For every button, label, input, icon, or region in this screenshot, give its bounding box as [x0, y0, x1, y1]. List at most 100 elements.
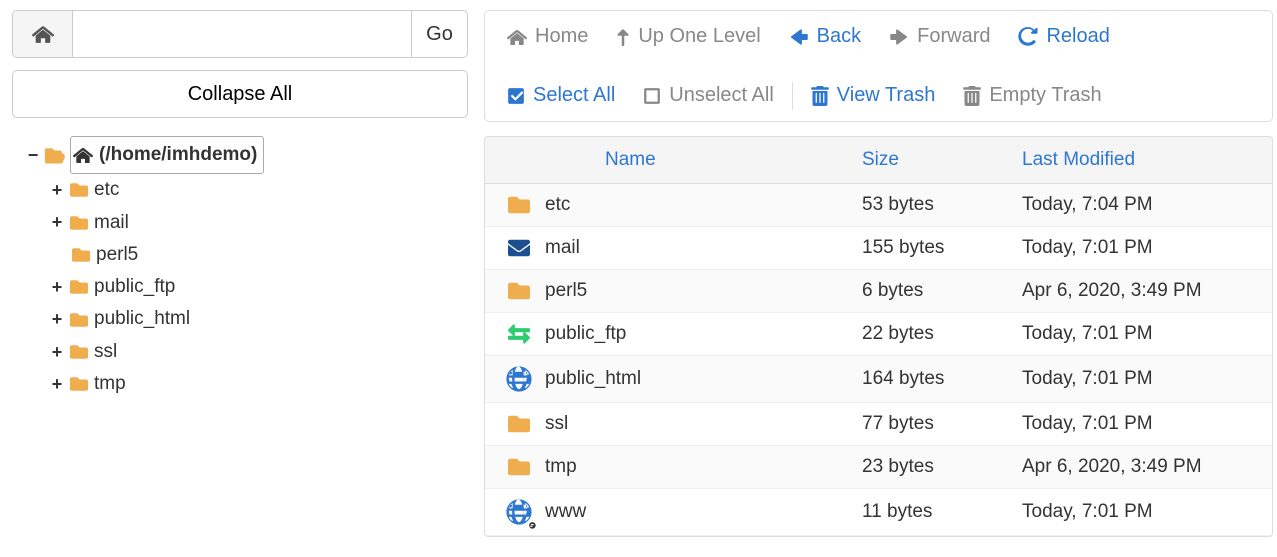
- toolbar-empty-trash[interactable]: Empty Trash: [949, 76, 1115, 115]
- file-name: tmp: [545, 456, 862, 478]
- expand-icon[interactable]: +: [50, 337, 64, 368]
- toolbar-divider: [792, 82, 793, 110]
- folder-icon: [68, 343, 90, 361]
- right-panel: Home Up One Level Back Forward Reload Se…: [480, 0, 1277, 557]
- file-modified: Today, 7:01 PM: [1022, 501, 1272, 523]
- file-table: Name Size Last Modified etc53 bytesToday…: [484, 136, 1273, 537]
- file-size: 23 bytes: [862, 456, 1022, 478]
- back-arrow-icon: [789, 27, 809, 47]
- trash-icon: [811, 86, 829, 106]
- tree-item-label: public_ftp: [94, 271, 175, 303]
- expand-icon[interactable]: +: [50, 175, 64, 206]
- file-size: 155 bytes: [862, 237, 1022, 259]
- table-row[interactable]: perl56 bytesApr 6, 2020, 3:49 PM: [485, 270, 1272, 313]
- table-row[interactable]: public_html164 bytesToday, 7:01 PM: [485, 356, 1272, 403]
- expand-icon[interactable]: +: [50, 272, 64, 303]
- header-modified[interactable]: Last Modified: [1022, 149, 1272, 171]
- mail-icon: [505, 237, 533, 259]
- file-modified: Today, 7:04 PM: [1022, 194, 1272, 216]
- file-name: public_ftp: [545, 323, 862, 345]
- file-size: 11 bytes: [862, 501, 1022, 523]
- path-bar: Go: [12, 10, 468, 58]
- header-name[interactable]: Name: [545, 149, 862, 171]
- folder-icon: [506, 194, 532, 216]
- folder-icon: [506, 413, 532, 435]
- path-input[interactable]: [73, 11, 411, 57]
- toolbar-up[interactable]: Up One Level: [602, 17, 774, 56]
- tree-item-label: etc: [94, 174, 119, 206]
- tree-item[interactable]: + public_html: [50, 303, 468, 335]
- toolbar: Home Up One Level Back Forward Reload Se…: [484, 10, 1273, 122]
- tree-item[interactable]: + mail: [50, 207, 468, 239]
- file-size: 22 bytes: [862, 323, 1022, 345]
- folder-icon: [70, 246, 92, 264]
- file-modified: Today, 7:01 PM: [1022, 237, 1272, 259]
- file-size: 53 bytes: [862, 194, 1022, 216]
- file-modified: Today, 7:01 PM: [1022, 368, 1272, 390]
- table-row[interactable]: ssl77 bytesToday, 7:01 PM: [485, 403, 1272, 446]
- reload-icon: [1018, 27, 1038, 47]
- toolbar-view-trash[interactable]: View Trash: [797, 76, 950, 115]
- file-name: ssl: [545, 413, 862, 435]
- transfer-arrows-icon: [505, 323, 533, 345]
- file-name: mail: [545, 237, 862, 259]
- checkbox-checked-icon: [507, 87, 525, 105]
- up-arrow-icon: [616, 27, 630, 47]
- home-icon: [507, 27, 527, 47]
- toolbar-reload[interactable]: Reload: [1004, 17, 1123, 56]
- tree-item[interactable]: + ssl: [50, 336, 468, 368]
- toolbar-unselect-all[interactable]: Unselect All: [629, 76, 788, 115]
- folder-tree: − (/home/imhdemo) + etc + mailperl5 + public_…: [12, 136, 468, 400]
- tree-item-label: ssl: [94, 336, 117, 368]
- go-button[interactable]: Go: [411, 11, 467, 57]
- globe-icon: [506, 366, 532, 392]
- forward-arrow-icon: [889, 27, 909, 47]
- folder-icon: [68, 375, 90, 393]
- folder-icon: [68, 214, 90, 232]
- path-home-button[interactable]: [13, 11, 73, 57]
- collapse-all-button[interactable]: Collapse All: [12, 70, 468, 118]
- header-size[interactable]: Size: [862, 149, 1022, 171]
- table-row[interactable]: www11 bytesToday, 7:01 PM: [485, 489, 1272, 536]
- toolbar-select-all[interactable]: Select All: [493, 76, 629, 115]
- tree-item-label: tmp: [94, 368, 126, 400]
- link-badge-icon: [522, 515, 536, 529]
- folder-icon: [68, 181, 90, 199]
- file-modified: Apr 6, 2020, 3:49 PM: [1022, 280, 1272, 302]
- tree-item[interactable]: + public_ftp: [50, 271, 468, 303]
- home-icon: [32, 23, 54, 45]
- folder-icon: [68, 311, 90, 329]
- table-row[interactable]: etc53 bytesToday, 7:04 PM: [485, 184, 1272, 227]
- tree-root[interactable]: − (/home/imhdemo): [26, 136, 468, 174]
- toolbar-home[interactable]: Home: [493, 17, 602, 56]
- tree-item[interactable]: perl5: [50, 239, 468, 271]
- toolbar-forward[interactable]: Forward: [875, 17, 1004, 56]
- folder-icon: [68, 278, 90, 296]
- expand-icon[interactable]: +: [50, 207, 64, 238]
- tree-item-label: perl5: [96, 239, 138, 271]
- tree-item[interactable]: + tmp: [50, 368, 468, 400]
- file-name: perl5: [545, 280, 862, 302]
- folder-icon: [506, 456, 532, 478]
- trash-icon: [963, 86, 981, 106]
- toolbar-back[interactable]: Back: [775, 17, 875, 56]
- left-panel: Go Collapse All − (/home/imhdemo) + etc + m…: [0, 0, 480, 557]
- tree-item[interactable]: + etc: [50, 174, 468, 206]
- table-row[interactable]: public_ftp22 bytesToday, 7:01 PM: [485, 313, 1272, 356]
- file-size: 164 bytes: [862, 368, 1022, 390]
- collapse-icon[interactable]: −: [26, 140, 40, 171]
- file-modified: Today, 7:01 PM: [1022, 323, 1272, 345]
- home-icon: [73, 146, 93, 164]
- checkbox-empty-icon: [643, 87, 661, 105]
- file-name: www: [545, 501, 862, 523]
- tree-item-label: mail: [94, 207, 129, 239]
- table-row[interactable]: tmp23 bytesApr 6, 2020, 3:49 PM: [485, 446, 1272, 489]
- table-row[interactable]: mail155 bytesToday, 7:01 PM: [485, 227, 1272, 270]
- file-name: etc: [545, 194, 862, 216]
- expand-icon[interactable]: +: [50, 304, 64, 335]
- folder-icon: [506, 280, 532, 302]
- tree-item-label: public_html: [94, 303, 190, 335]
- file-modified: Today, 7:01 PM: [1022, 413, 1272, 435]
- file-name: public_html: [545, 368, 862, 390]
- expand-icon[interactable]: +: [50, 369, 64, 400]
